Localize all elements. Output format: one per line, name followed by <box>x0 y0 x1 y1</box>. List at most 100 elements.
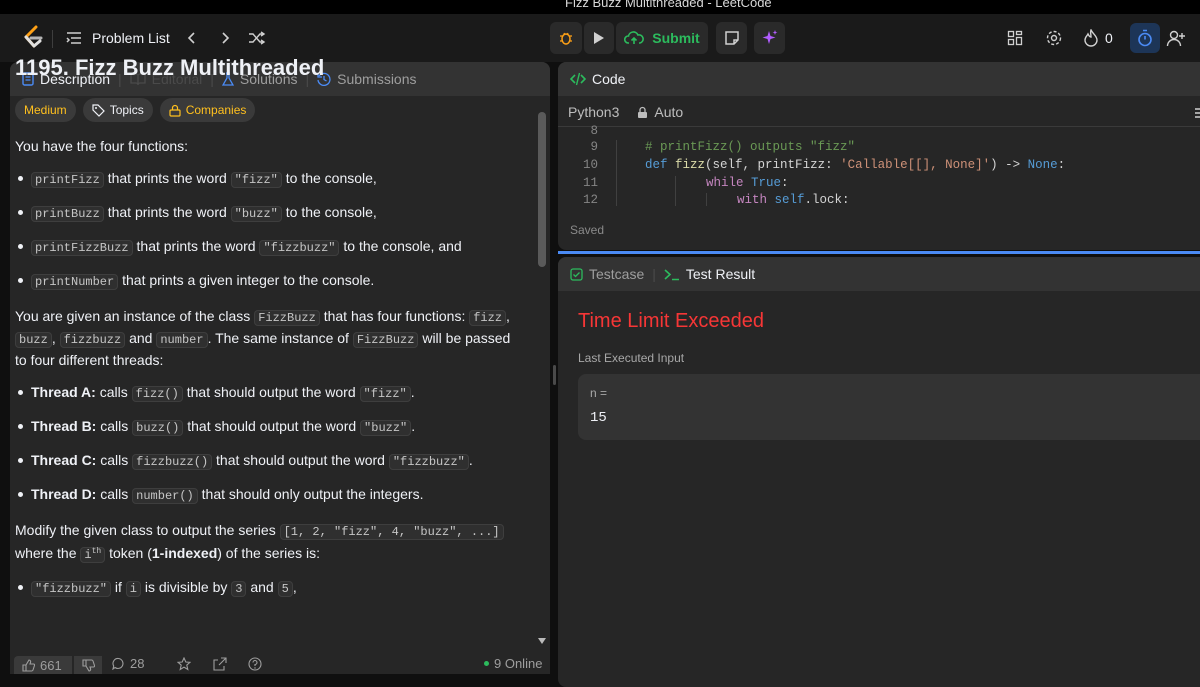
indent-guide <box>616 140 617 206</box>
streak-fire-icon[interactable] <box>1081 28 1101 48</box>
code-line[interactable]: def fizz(self, printFizz: 'Callable[[], … <box>645 158 1065 172</box>
note-icon <box>724 31 739 45</box>
tab-code-label: Code <box>592 71 626 87</box>
vertical-resize-handle[interactable] <box>558 251 1200 254</box>
tab-test-result-label: Test Result <box>685 266 756 282</box>
comment-icon <box>112 657 124 670</box>
list-item: Thread A: calls fizz() that should outpu… <box>18 382 525 404</box>
last-input-label: Last Executed Input <box>578 351 685 365</box>
indent-guide <box>675 176 676 206</box>
indent-guide <box>706 193 707 206</box>
tab-test-result[interactable]: Test Result <box>664 266 755 282</box>
list-item: printNumber that prints a given integer … <box>18 270 525 292</box>
verdict-text: Time Limit Exceeded <box>578 310 764 332</box>
thumbs-up-icon <box>22 658 35 672</box>
scroll-down-arrow-icon[interactable] <box>538 638 546 644</box>
sparkle-icon <box>762 30 777 44</box>
problem-title: 1195. Fizz Buzz Multithreaded <box>15 55 325 80</box>
lock-icon <box>169 104 181 117</box>
notes-button[interactable] <box>716 22 747 54</box>
code-panel: Code Python3 Auto Saved <box>558 62 1200 250</box>
list-item: "fizzbuzz" if i is divisible by 3 and 5, <box>18 577 525 599</box>
share-icon[interactable] <box>213 657 227 674</box>
rule-list: "fizzbuzz" if i is divisible by 3 and 5, <box>15 577 525 599</box>
list-item: printFizzBuzz that prints the word "fizz… <box>18 236 525 258</box>
play-icon <box>594 32 604 44</box>
chevron-right-icon[interactable] <box>215 28 235 48</box>
line-number: 9 <box>590 140 598 154</box>
list-item: Thread C: calls fizzbuzz() that should o… <box>18 450 525 472</box>
editor-menu-icon[interactable] <box>1194 106 1200 124</box>
toolbar-divider <box>558 126 1200 127</box>
list-item: Thread B: calls buzz() that should outpu… <box>18 416 525 438</box>
topics-label: Topics <box>109 103 144 117</box>
submit-button[interactable]: Submit <box>616 22 708 54</box>
tab-testcase[interactable]: Testcase <box>570 266 644 282</box>
instance-text: You are given an instance of the class F… <box>15 308 511 368</box>
timer-button[interactable] <box>1130 23 1160 53</box>
problem-tags: Medium Topics Companies <box>15 98 525 122</box>
comments-count: 28 <box>130 656 145 671</box>
description-scrollbar[interactable] <box>538 112 546 267</box>
autocomplete-mode: Auto <box>654 104 684 120</box>
input-var-value[interactable]: 15 <box>590 410 607 426</box>
shuffle-icon[interactable] <box>247 28 267 48</box>
difficulty-badge: Medium <box>15 98 76 122</box>
code-tabbar: Code <box>558 62 1200 96</box>
run-button[interactable] <box>584 22 614 54</box>
thread-list: Thread A: calls fizz() that should outpu… <box>15 382 525 506</box>
online-indicator: 9 Online <box>484 656 542 671</box>
language-selector[interactable]: Python3 <box>568 104 619 120</box>
code-line[interactable]: while True: <box>706 176 789 190</box>
tab-testcase-label: Testcase <box>589 266 645 282</box>
companies-label: Companies <box>185 103 247 117</box>
list-item: printBuzz that prints the word "buzz" to… <box>18 202 525 224</box>
list-item: Thread D: calls number() that should onl… <box>18 484 525 506</box>
tag-icon <box>92 103 105 117</box>
stopwatch-icon <box>1138 29 1152 47</box>
modify-text: Modify the given class to output the ser… <box>15 520 525 565</box>
thumbs-down-icon <box>81 658 95 672</box>
like-button[interactable]: 661 <box>14 656 72 674</box>
editor-toolbar: Python3 Auto <box>568 104 683 120</box>
help-icon[interactable] <box>248 657 262 674</box>
code-line[interactable]: with self.lock: <box>737 193 850 207</box>
input-box: n = 15 <box>578 374 1200 440</box>
star-icon[interactable] <box>176 656 192 674</box>
debug-button[interactable] <box>550 22 582 54</box>
lock-icon <box>638 106 648 118</box>
cloud-upload-icon <box>624 31 645 44</box>
window-titlebar: Fizz Buzz Multithreaded - LeetCode <box>0 0 1200 14</box>
layout-icon[interactable] <box>1005 28 1025 48</box>
submit-label: Submit <box>652 30 700 46</box>
companies-chip[interactable]: Companies <box>159 98 256 122</box>
dislike-button[interactable] <box>74 656 102 674</box>
description-footer: 661 28 9 Online <box>10 656 550 674</box>
panel-resize-handle[interactable] <box>553 365 556 385</box>
online-count: 9 Online <box>494 656 543 671</box>
code-icon <box>570 72 586 86</box>
chevron-left-icon[interactable] <box>182 28 202 48</box>
problem-list-icon[interactable] <box>66 30 82 46</box>
checkbox-icon <box>570 267 583 281</box>
function-list: printFizz that prints the word "fizz" to… <box>15 168 525 292</box>
comments-button[interactable]: 28 <box>112 656 144 671</box>
problem-list-link[interactable]: Problem List <box>92 30 170 46</box>
window-title: Fizz Buzz Multithreaded - LeetCode <box>565 0 772 10</box>
online-dot-icon <box>484 661 489 666</box>
settings-gear-icon[interactable] <box>1044 28 1064 48</box>
problem-description: 1195. Fizz Buzz Multithreaded Medium Top… <box>15 46 525 599</box>
add-user-icon[interactable] <box>1166 28 1186 48</box>
topics-chip[interactable]: Topics <box>82 98 153 122</box>
line-number: 10 <box>582 158 598 172</box>
tab-divider: | <box>652 266 656 282</box>
test-result-panel: Testcase | Test Result Time Limit Exceed… <box>558 257 1200 687</box>
code-line[interactable]: # printFizz() outputs "fizz" <box>645 140 855 154</box>
intro-text: You have the four functions: <box>15 138 189 154</box>
line-number: 12 <box>582 193 598 207</box>
ai-assistant-button[interactable] <box>754 22 785 54</box>
autocomplete-toggle[interactable]: Auto <box>637 104 683 120</box>
line-number: 8 <box>590 124 598 138</box>
terminal-icon <box>664 268 679 280</box>
tab-code[interactable]: Code <box>570 71 625 87</box>
